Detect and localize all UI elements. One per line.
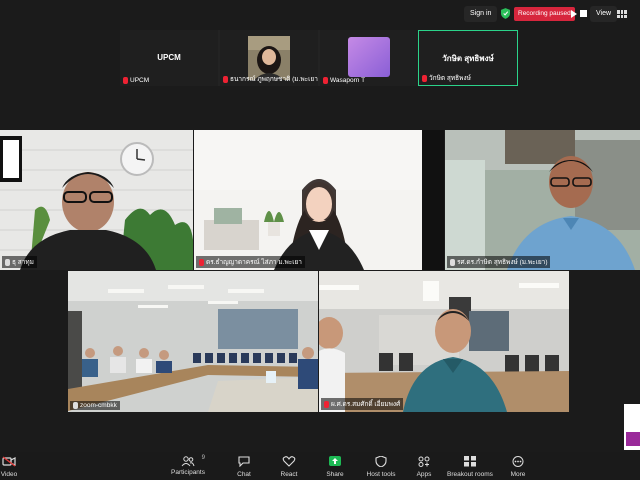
mic-icon <box>73 402 78 409</box>
participant-thumbnail[interactable]: Wasaporn T <box>320 30 418 86</box>
breakout-rooms-button[interactable]: Breakout rooms <box>446 456 494 478</box>
tile-name-label: ดร.ธำญญาดาครณ์ ไส่ภา ม.พะเยา <box>196 256 305 268</box>
mic-muted-icon <box>223 75 228 83</box>
participant-name-label: UPCM <box>130 77 150 84</box>
chat-button[interactable]: Chat <box>232 456 256 478</box>
video-tile[interactable]: ธุ สาทุม <box>0 130 193 270</box>
shield-icon <box>375 455 387 468</box>
participant-strip: UPCM UPCM ธนากรณ์ ภูพฤกษชาติ (ม.พะเยา Wa… <box>120 30 518 86</box>
participants-button[interactable]: 9 Participants <box>168 455 208 476</box>
video-off-icon <box>2 456 16 467</box>
video-tile[interactable]: ผ.ศ.ดร.สมศักดิ์ เอี่ยมพงศ์ <box>319 271 569 412</box>
chat-icon <box>238 456 250 468</box>
react-button[interactable]: React <box>278 456 300 478</box>
participant-video <box>319 271 569 412</box>
more-button-label: More <box>510 471 526 478</box>
host-tools-button[interactable]: Host tools <box>366 455 396 478</box>
video-tile[interactable]: zoom-cmbkk <box>68 271 318 412</box>
tile-name-label: ธุ สาทุม <box>2 256 37 268</box>
mic-icon <box>450 258 455 266</box>
share-button-label: Share <box>326 471 344 478</box>
participant-thumbnail[interactable]: ธนากรณ์ ภูพฤกษชาติ (ม.พะเยา <box>220 30 318 86</box>
partial-logo-image <box>624 404 640 450</box>
view-button[interactable]: View <box>590 6 618 22</box>
video-button[interactable]: Video <box>0 456 18 478</box>
mic-icon <box>5 258 10 266</box>
sign-in-button[interactable]: Sign in <box>464 6 498 22</box>
participant-name-label: ธนากรณ์ ภูพฤกษชาติ (ม.พะเยา <box>230 76 318 83</box>
share-button[interactable]: Share <box>324 456 346 478</box>
mic-muted-icon <box>123 77 128 84</box>
apps-button[interactable]: Apps <box>414 456 434 478</box>
participant-name-label: วักษิต สุทธิพงษ์ <box>429 75 471 82</box>
shield-icon[interactable] <box>501 8 510 19</box>
zoom-meeting-window: Sign in Recording paused View UPCM UPCM … <box>0 0 640 480</box>
participants-icon <box>181 456 195 467</box>
video-tile[interactable]: รศ.ดร.กำษิต สุทธิพงษ์ (ม.พะเยา) <box>445 130 640 270</box>
host-tools-button-label: Host tools <box>366 471 396 478</box>
recording-status-badge: Recording paused <box>514 7 575 21</box>
participant-name-label: Wasaporn T <box>330 77 366 84</box>
participant-video <box>68 271 318 412</box>
more-button[interactable]: More <box>508 456 528 478</box>
breakout-rooms-button-label: Breakout rooms <box>447 471 493 478</box>
tile-name-label: รศ.ดร.กำษิต สุทธิพงษ์ (ม.พะเยา) <box>447 256 551 268</box>
participants-button-label: Participants <box>171 469 205 476</box>
participant-thumbnail[interactable]: UPCM UPCM <box>120 30 218 86</box>
tile-name-label: ผ.ศ.ดร.สมศักดิ์ เอี่ยมพงศ์ <box>321 398 404 410</box>
apps-icon <box>418 456 430 467</box>
meeting-toolbar: Video 9 Participants Chat React Share Ho… <box>0 452 640 480</box>
breakout-rooms-icon <box>464 456 476 467</box>
mic-muted-icon <box>199 258 204 266</box>
top-bar: Sign in Recording paused View <box>0 0 640 28</box>
participants-count-badge: 9 <box>201 455 205 461</box>
video-tile[interactable]: ดร.ธำญญาดาครณ์ ไส่ภา ม.พะเยา <box>194 130 444 270</box>
resume-recording-icon[interactable] <box>571 10 577 18</box>
tile-name-label: zoom-cmbkk <box>70 401 120 410</box>
participant-video <box>0 130 193 270</box>
video-button-label: Video <box>0 471 18 478</box>
participant-video <box>194 130 444 270</box>
react-button-label: React <box>280 471 298 478</box>
mic-muted-icon <box>422 74 427 82</box>
mic-muted-icon <box>324 400 329 408</box>
stop-recording-icon[interactable] <box>580 10 587 17</box>
view-grid-icon[interactable] <box>617 10 627 18</box>
active-speaker-thumbnail[interactable]: วักษิต สุทธิพงษ์ วักษิต สุทธิพงษ์ <box>418 30 518 86</box>
participant-video <box>445 130 640 270</box>
share-screen-icon <box>329 456 341 466</box>
heart-icon <box>282 456 296 467</box>
mic-muted-icon <box>323 77 328 84</box>
apps-button-label: Apps <box>416 471 432 478</box>
chat-button-label: Chat <box>237 471 251 478</box>
more-icon <box>512 456 524 467</box>
